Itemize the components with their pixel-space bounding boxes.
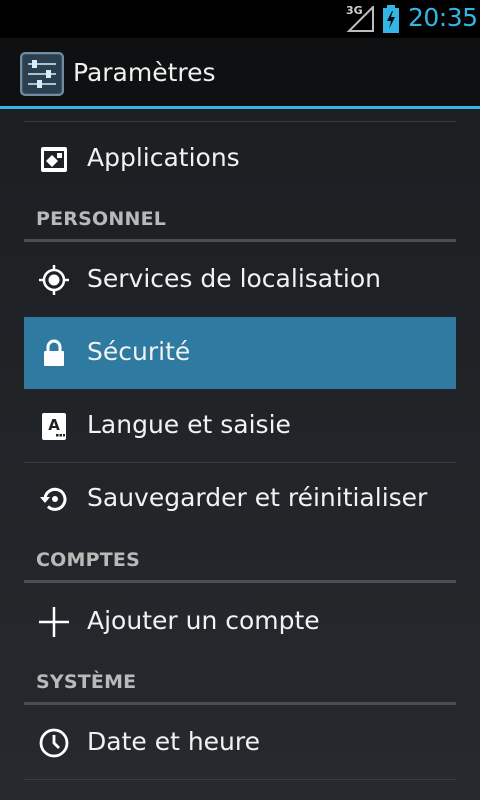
clock-icon — [39, 728, 69, 758]
divider — [24, 121, 456, 122]
section-divider — [24, 239, 456, 242]
action-bar: Paramètres — [0, 38, 480, 106]
settings-item-label: Applications — [87, 143, 240, 172]
page-title: Paramètres — [73, 58, 216, 87]
keyboard-a-icon: A — [42, 413, 66, 440]
status-bar: 3G 20:35 — [0, 0, 480, 38]
lock-icon — [44, 339, 64, 366]
settings-item-label: Sauvegarder et réinitialiser — [87, 483, 428, 512]
settings-item-security[interactable]: Sécurité — [24, 317, 456, 389]
section-header-personal: PERSONNEL — [36, 208, 167, 230]
settings-item-label: Langue et saisie — [87, 410, 291, 439]
plus-icon — [39, 607, 69, 637]
divider — [24, 779, 456, 780]
location-icon — [39, 265, 69, 295]
applications-icon — [41, 147, 67, 172]
settings-item-label: Sécurité — [87, 337, 191, 366]
status-time: 20:35 — [408, 3, 478, 32]
settings-item-label: Date et heure — [87, 727, 261, 756]
svg-text:A: A — [48, 416, 60, 434]
settings-item-label: Services de localisation — [87, 264, 381, 293]
settings-item-add-account[interactable]: Ajouter un compte — [24, 586, 456, 658]
section-divider — [24, 702, 456, 705]
battery-charging-icon — [383, 5, 399, 33]
settings-item-location[interactable]: Services de localisation — [24, 244, 456, 316]
section-divider — [24, 580, 456, 583]
backup-restore-icon — [40, 487, 67, 511]
settings-list[interactable]: Applications PERSONNEL Services de local… — [0, 109, 480, 800]
settings-item-label: Ajouter un compte — [87, 606, 320, 635]
settings-item-applications[interactable]: Applications — [24, 123, 456, 195]
settings-sliders-icon[interactable] — [20, 52, 64, 96]
network-type-label: 3G — [346, 4, 363, 17]
section-header-accounts: COMPTES — [36, 549, 140, 571]
settings-item-date-time[interactable]: Date et heure — [24, 707, 456, 779]
settings-item-language[interactable]: A Langue et saisie — [24, 390, 456, 462]
section-header-system: SYSTÈME — [36, 671, 137, 693]
settings-item-backup-reset[interactable]: Sauvegarder et réinitialiser — [24, 463, 456, 535]
